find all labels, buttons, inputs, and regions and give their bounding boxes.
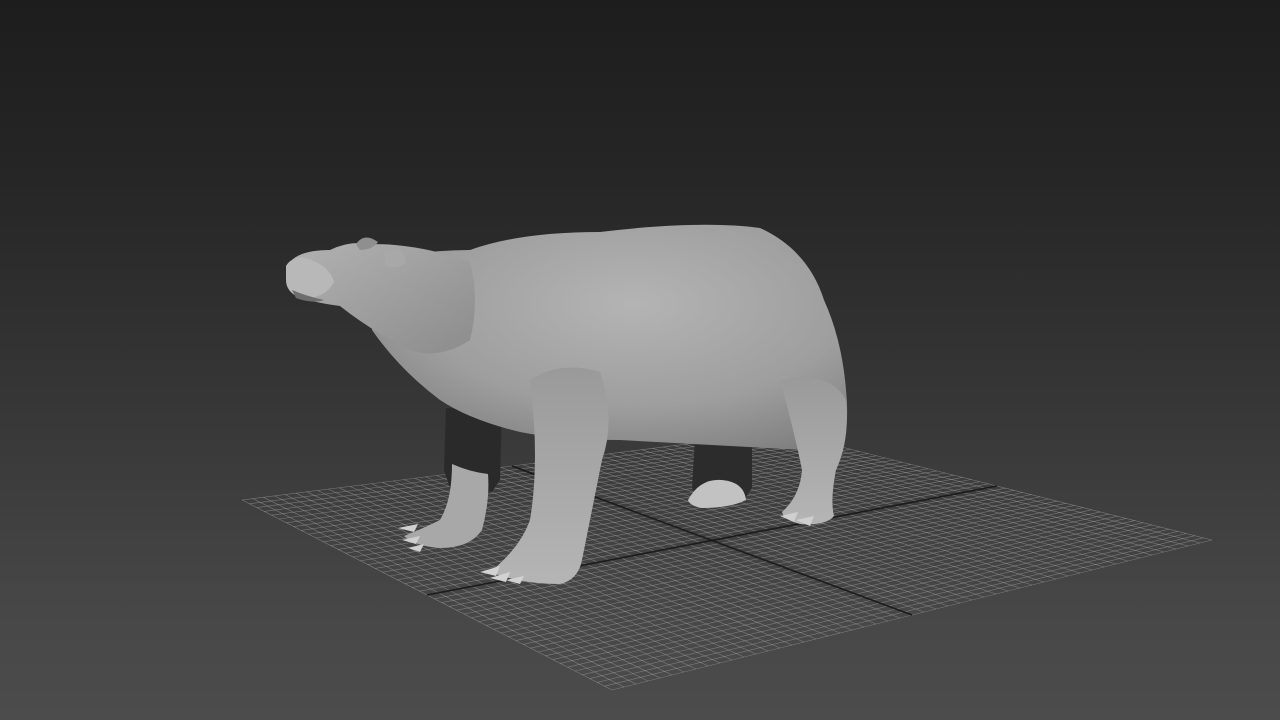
viewport-scene[interactable] xyxy=(0,0,1280,720)
3d-viewport[interactable] xyxy=(0,0,1280,720)
